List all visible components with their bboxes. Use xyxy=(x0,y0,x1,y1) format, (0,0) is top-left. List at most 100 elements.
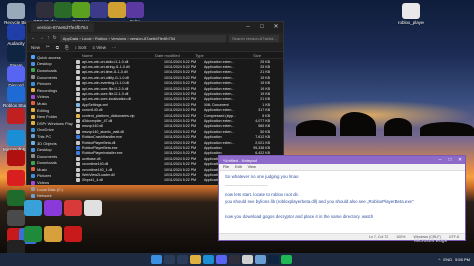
nav-item[interactable]: Videos xyxy=(27,179,73,186)
taskbar-start-icon[interactable] xyxy=(151,255,162,264)
notepad-text-area[interactable]: So whatever no one judging you lmao ----… xyxy=(219,171,465,233)
maximize-button[interactable]: □ xyxy=(445,157,455,163)
desktop-icon[interactable] xyxy=(80,200,106,217)
taskbar-notepad-icon[interactable] xyxy=(255,255,266,264)
menu-file[interactable]: File xyxy=(223,165,229,169)
nav-item[interactable]: Music xyxy=(27,166,73,173)
nav-item[interactable]: Downloads xyxy=(27,160,73,167)
nav-item[interactable]: Documents xyxy=(27,74,73,81)
close-button[interactable]: ✕ xyxy=(269,22,283,33)
command-button[interactable]: New xyxy=(31,45,40,50)
taskbar-roblox-icon[interactable] xyxy=(242,255,253,264)
taskbar-search-icon[interactable] xyxy=(164,255,175,264)
tray-language[interactable]: ENG xyxy=(443,257,452,262)
file-row[interactable]: content_platform_dictionaries.zip 10/11/2… xyxy=(73,113,283,118)
nav-item[interactable]: New Folder xyxy=(27,113,73,120)
tray-overflow-icon[interactable]: ^ xyxy=(439,257,441,262)
refresh-icon[interactable]: ↻ xyxy=(53,35,57,41)
file-row[interactable]: msvcp140_atomic_wait.dll 10/11/2024 5:22 … xyxy=(73,129,283,134)
system-tray: ^ ENG 5:55 PM xyxy=(439,257,474,262)
nav-item[interactable]: Desktop xyxy=(27,61,73,68)
menu-view[interactable]: View xyxy=(248,165,256,169)
command-button[interactable]: ≡ View xyxy=(92,45,106,50)
taskbar: ^ ENG 5:55 PM xyxy=(0,253,474,266)
watermark-text: Microsoft Edge xyxy=(414,238,448,244)
command-button[interactable]: ↕ Sort xyxy=(75,45,87,50)
nav-item[interactable]: This PC xyxy=(27,133,73,140)
file-row[interactable]: msvcp140.dll 10/11/2024 5:22 PM Applicatio… xyxy=(73,124,283,129)
taskbar-edge-icon[interactable] xyxy=(203,255,214,264)
tray-clock[interactable]: 5:55 PM xyxy=(455,257,470,262)
app-icon xyxy=(7,108,25,124)
nav-item-label: 3D Objects xyxy=(37,140,57,146)
file-name: concrt140.dll xyxy=(82,108,103,113)
command-button[interactable]: ⎘ xyxy=(65,45,69,50)
menu-edit[interactable]: Edit xyxy=(235,165,242,169)
app-icon xyxy=(7,24,25,40)
nav-item[interactable]: Pictures xyxy=(27,80,73,87)
file-row[interactable]: RobloxPlayerBeta.dll 10/11/2024 5:22 PM Ap… xyxy=(73,140,283,145)
file-row[interactable]: api-ms-win-crt-stdio-l1-1-0.dll 10/11/202… xyxy=(73,59,283,64)
taskbar-steam-icon[interactable] xyxy=(268,255,279,264)
file-row[interactable]: api-ms-win-core-file-l2-1-0.dll 10/11/202… xyxy=(73,91,283,97)
taskbar-explorer-icon[interactable] xyxy=(190,255,201,264)
text-line: now you download gogos decryptor and pla… xyxy=(225,214,374,219)
command-button[interactable]: ··· xyxy=(112,45,117,50)
command-button[interactable]: ⧉ xyxy=(56,45,59,50)
file-row[interactable]: api-ms-win-crt-utility-l1-1-0.dll 10/11/2… xyxy=(73,75,283,80)
nav-item[interactable]: OneDrive xyxy=(27,127,73,134)
file-row[interactable]: api-ms-win-eventing-l1-1-0.dll 10/11/2024… xyxy=(73,81,283,86)
nav-item[interactable]: Recordings xyxy=(27,87,73,94)
column-date[interactable]: Date modified xyxy=(155,53,195,58)
nav-item[interactable]: Local Disk (C:) xyxy=(27,186,73,193)
desktop-icon-roblox-player[interactable]: roblox_player xyxy=(398,3,424,25)
file-row[interactable]: RobloxCrashHandler.exe 10/11/2024 5:22 PM… xyxy=(73,134,283,140)
folder-icon xyxy=(31,75,35,80)
nav-item[interactable]: Editing xyxy=(27,107,73,114)
file-date: 10/11/2024 5:22 PM xyxy=(164,135,197,140)
taskbar-discord-icon[interactable] xyxy=(216,255,227,264)
nav-item[interactable]: Network xyxy=(27,192,73,199)
file-row[interactable]: api-ms-win-core-localization.dll 10/11/20… xyxy=(73,97,283,102)
path-input[interactable]: AppData › Local › Roblox › Versions › ve… xyxy=(59,34,226,42)
nav-item[interactable]: Downloads xyxy=(27,67,73,74)
file-name: api-ms-win-eventing-l1-1-0.dll xyxy=(82,81,130,86)
file-row[interactable]: concrt140.dll 10/11/2024 5:22 PM Applicati… xyxy=(73,108,283,113)
explorer-tab[interactable]: version-87ae6d7fe4fb754 xyxy=(31,23,95,32)
nav-item-label: Desktop xyxy=(37,61,52,67)
file-row[interactable]: api-ms-win-crt-string-l1-1-0.dll 10/11/20… xyxy=(73,64,283,70)
maximize-button[interactable]: □ xyxy=(255,22,269,33)
app-icon xyxy=(126,2,144,18)
nav-item-label: Local Disk (C:) xyxy=(37,186,64,192)
column-type[interactable]: Type xyxy=(195,53,241,58)
taskbar-task-view-icon[interactable] xyxy=(177,255,188,264)
folder-icon xyxy=(31,55,35,60)
file-row[interactable]: api-ms-win-core-file-l1-2-0.dll 10/11/202… xyxy=(73,86,283,91)
column-size[interactable]: Size xyxy=(241,53,261,58)
nav-item[interactable]: Quick access xyxy=(27,54,73,61)
nav-item[interactable]: Desktop xyxy=(27,146,73,153)
nav-item[interactable]: 3D Objects xyxy=(27,140,73,147)
minimize-button[interactable]: – xyxy=(241,22,255,33)
desktop-icon[interactable] xyxy=(60,226,86,243)
taskbar-spotify-icon[interactable] xyxy=(281,255,292,264)
minimize-button[interactable]: – xyxy=(435,157,445,163)
folder-icon xyxy=(31,114,35,119)
file-row[interactable]: RobloxPlayerBeta.exe 10/11/2024 5:22 PM Ap… xyxy=(73,145,283,150)
nav-item[interactable]: DSPr Windows Play xyxy=(27,120,73,127)
search-input[interactable]: Search version-87ae6d... xyxy=(229,34,279,42)
command-button[interactable]: ✂ xyxy=(46,44,50,50)
nav-item[interactable]: Videos xyxy=(27,94,73,101)
back-arrow-icon[interactable]: ← xyxy=(31,35,36,41)
up-arrow-icon[interactable]: ↑ xyxy=(47,35,50,41)
taskbar-obs-icon[interactable] xyxy=(229,255,240,264)
forward-arrow-icon[interactable]: → xyxy=(39,35,44,41)
nav-item[interactable]: Pictures xyxy=(27,173,73,180)
file-row[interactable]: AppSettings.xml 10/11/2024 5:22 PM XML Doc… xyxy=(73,102,283,107)
file-row[interactable]: api-ms-win-crt-time-l1-1-0.dll 10/11/2024… xyxy=(73,70,283,75)
file-row[interactable]: d3dcompiler_47.dll 10/11/2024 5:22 PM Appl… xyxy=(73,118,283,123)
close-button[interactable]: ✕ xyxy=(455,157,465,163)
nav-item[interactable]: Music xyxy=(27,100,73,107)
column-name[interactable]: Name xyxy=(73,53,155,58)
nav-item[interactable]: Documents xyxy=(27,153,73,160)
